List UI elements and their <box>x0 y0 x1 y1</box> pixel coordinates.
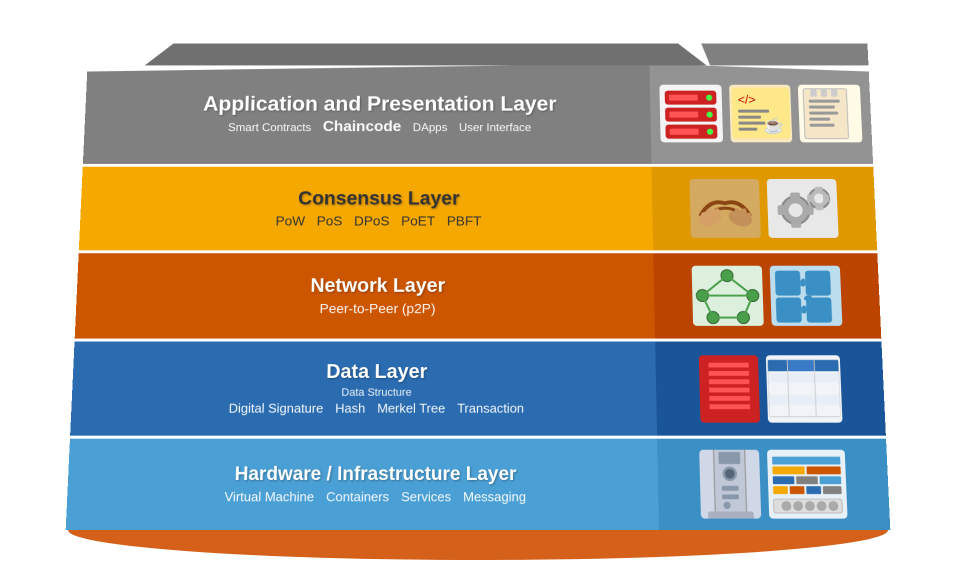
consensus-item-2: DPoS <box>354 213 390 228</box>
network-layer: Network Layer Peer-to-Peer (p2P) <box>75 253 882 338</box>
app-item-3: User Interface <box>459 120 531 133</box>
hardware-layer: Hardware / Infrastructure Layer Virtual … <box>66 439 891 530</box>
app-icon-notepad <box>798 85 862 143</box>
consensus-layer-left: Consensus Layer PoW PoS DPoS PoET PBFT <box>79 167 653 251</box>
app-layer-right: </> ☕ <box>649 64 873 164</box>
hardware-icon-infrastructure <box>767 450 848 519</box>
consensus-item-0: PoW <box>275 213 305 228</box>
consensus-item-3: PoET <box>401 213 435 228</box>
infrastructure-svg <box>767 452 847 516</box>
network-layer-items: Peer-to-Peer (p2P) <box>115 301 640 317</box>
consensus-layer-right <box>652 167 878 251</box>
consensus-layer: Consensus Layer PoW PoS DPoS PoET PBFT <box>79 167 877 251</box>
data-icon-table <box>765 355 842 422</box>
consensus-layer-title: Consensus Layer <box>119 188 637 210</box>
app-item-1: Chaincode <box>323 119 402 136</box>
app-icon-chart: </> ☕ <box>729 85 793 143</box>
coding-svg: </> ☕ <box>729 86 793 141</box>
data-icon-database <box>698 355 759 422</box>
data-layer-right <box>655 342 886 436</box>
hardware-layer-title: Hardware / Infrastructure Layer <box>108 464 643 486</box>
data-item-1: Hash <box>335 401 365 416</box>
notepad-svg <box>798 86 862 141</box>
app-item-0: Smart Contracts <box>228 120 312 133</box>
hardware-layer-right <box>657 439 890 530</box>
diagram-container: Application and Presentation Layer Smart… <box>28 10 928 570</box>
data-layer-items: Digital Signature Hash Merkel Tree Trans… <box>111 401 642 416</box>
consensus-item-4: PBFT <box>447 213 482 228</box>
server-tower-svg <box>699 450 761 519</box>
hardware-layer-left: Hardware / Infrastructure Layer Virtual … <box>66 439 659 530</box>
topology-svg <box>692 266 764 326</box>
database-svg <box>698 355 759 422</box>
network-layer-title: Network Layer <box>116 275 640 297</box>
data-item-2: Merkel Tree <box>377 401 445 416</box>
hardware-item-3: Messaging <box>463 489 526 504</box>
hardware-icon-tower <box>699 450 761 519</box>
data-layer-left: Data Layer Data Structure Digital Signat… <box>70 342 657 436</box>
consensus-icon-handshake <box>689 179 760 238</box>
svg-text:☕: ☕ <box>763 115 784 135</box>
perspective-wrap: Application and Presentation Layer Smart… <box>68 48 888 532</box>
app-item-2: DApps <box>413 120 448 133</box>
data-layer: Data Layer Data Structure Digital Signat… <box>70 342 886 436</box>
network-layer-right <box>653 253 881 338</box>
consensus-icon-gears <box>767 179 839 238</box>
data-layer-subtitle: Data Structure <box>111 387 641 399</box>
handshake-svg <box>689 179 760 238</box>
app-layer: Application and Presentation Layer Smart… <box>83 64 873 164</box>
data-layer-title: Data Layer <box>112 361 641 384</box>
network-icon-puzzle <box>770 266 843 326</box>
app-layer-items: Smart Contracts Chaincode DApps User Int… <box>123 119 637 136</box>
hardware-item-2: Services <box>401 489 451 504</box>
puzzle-svg <box>770 266 843 326</box>
table-svg <box>765 358 841 418</box>
hardware-item-0: Virtual Machine <box>224 489 314 504</box>
app-layer-title: Application and Presentation Layer <box>123 92 636 116</box>
network-item-0: Peer-to-Peer (p2P) <box>319 301 435 317</box>
layers-3d: Application and Presentation Layer Smart… <box>66 64 891 530</box>
consensus-layer-items: PoW PoS DPoS PoET PBFT <box>119 213 639 228</box>
svg-text:</>: </> <box>737 93 755 107</box>
server-svg <box>659 86 722 141</box>
app-icon-server <box>659 85 722 143</box>
hardware-item-1: Containers <box>326 489 389 504</box>
network-layer-left: Network Layer Peer-to-Peer (p2P) <box>75 253 655 338</box>
consensus-item-1: PoS <box>317 213 343 228</box>
data-item-0: Digital Signature <box>228 401 323 416</box>
network-icon-topology <box>692 266 764 326</box>
data-item-3: Transaction <box>457 401 524 416</box>
app-layer-left: Application and Presentation Layer Smart… <box>83 64 652 164</box>
hardware-layer-items: Virtual Machine Containers Services Mess… <box>107 489 643 504</box>
gears-svg <box>767 179 839 238</box>
